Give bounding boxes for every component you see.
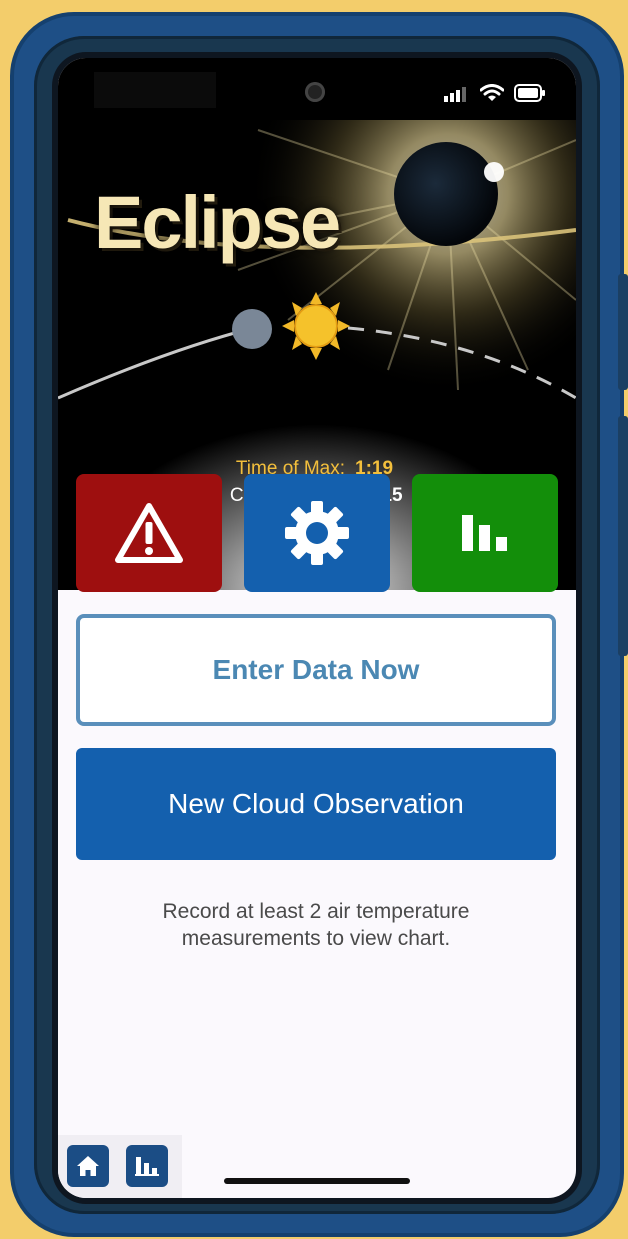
phone-screen: Eclipse Time of Max: 1:19 Current Time: … xyxy=(58,58,576,1198)
status-icons xyxy=(444,84,546,102)
new-cloud-observation-button[interactable]: New Cloud Observation xyxy=(76,748,556,860)
settings-button[interactable] xyxy=(244,474,390,592)
alert-button[interactable] xyxy=(76,474,222,592)
nav-home-button[interactable] xyxy=(67,1145,109,1187)
camera-icon xyxy=(305,82,325,102)
side-button xyxy=(618,274,628,390)
chart-button[interactable] xyxy=(412,474,558,592)
chart-hint-message: Record at least 2 air temperature measur… xyxy=(162,900,470,950)
status-left-area xyxy=(94,72,216,108)
battery-icon xyxy=(514,84,545,102)
app-title: Eclipse xyxy=(94,181,341,264)
sun-icon xyxy=(282,292,350,360)
warning-icon xyxy=(115,503,183,563)
signal-icon xyxy=(444,87,466,102)
gear-icon xyxy=(285,501,349,565)
nav-chart-button[interactable] xyxy=(126,1145,168,1187)
home-icon xyxy=(77,1156,99,1176)
home-indicator[interactable] xyxy=(224,1178,410,1184)
moon-disc xyxy=(232,309,272,349)
status-bar xyxy=(58,58,576,120)
bar-chart-icon xyxy=(135,1157,159,1176)
wifi-icon xyxy=(480,84,504,101)
side-button xyxy=(618,416,628,656)
bar-chart-icon xyxy=(462,515,507,551)
enter-data-button[interactable]: Enter Data Now xyxy=(76,614,556,726)
